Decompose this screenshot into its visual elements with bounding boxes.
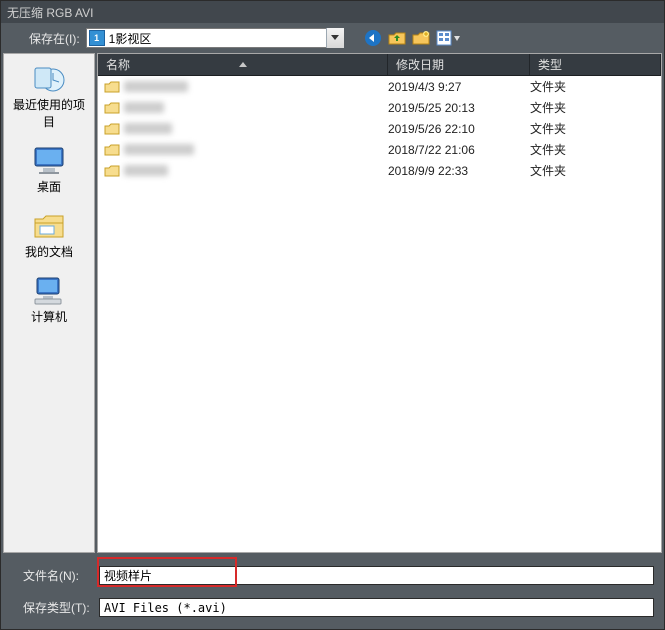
place-computer[interactable]: 计算机 [9,274,89,325]
place-desktop-label: 桌面 [9,178,89,195]
file-list-panel: 名称 修改日期 类型 2019/4/3 9:27文件夹2019/5/25 20:… [97,53,662,553]
place-recent-label: 最近使用的项目 [9,96,89,130]
sort-indicator [98,56,387,70]
filetype-combo[interactable] [99,598,654,617]
file-date: 2019/5/26 22:10 [388,122,530,136]
file-name-blurred [124,144,194,155]
table-row[interactable]: 2018/9/9 22:33文件夹 [98,160,661,181]
file-type: 文件夹 [530,120,661,137]
file-name-blurred [124,165,168,176]
folder-icon [104,101,120,115]
drive-icon: 1 [89,30,105,46]
file-date: 2019/4/3 9:27 [388,80,530,94]
savein-combo[interactable]: 1 1影视区 [86,28,344,48]
filetype-row: 保存类型(T): [11,595,654,619]
file-date: 2019/5/25 20:13 [388,101,530,115]
file-date: 2018/9/9 22:33 [388,164,530,178]
filename-label: 文件名(N): [11,567,99,584]
column-date-label: 修改日期 [396,56,444,73]
savein-value: 1影视区 [105,30,152,47]
places-bar: 最近使用的项目 桌面 我的文档 计算机 [3,53,95,553]
recent-icon [31,62,67,94]
column-name[interactable]: 名称 [98,54,388,75]
chevron-down-icon [331,35,339,41]
place-recent[interactable]: 最近使用的项目 [9,62,89,130]
back-icon [364,29,382,47]
table-row[interactable]: 2019/5/26 22:10文件夹 [98,118,661,139]
bottom-panel: 文件名(N): 保存类型(T): [1,555,664,629]
column-type[interactable]: 类型 [530,54,661,75]
filetype-label: 保存类型(T): [11,599,99,616]
file-name-blurred [124,102,164,113]
title-bar[interactable]: 无压缩 RGB AVI [1,1,664,23]
window-title: 无压缩 RGB AVI [7,4,93,21]
computer-icon [31,274,67,306]
file-date: 2018/7/22 21:06 [388,143,530,157]
documents-icon [31,209,67,241]
folder-icon [104,143,120,157]
file-type: 文件夹 [530,162,661,179]
file-type: 文件夹 [530,99,661,116]
table-row[interactable]: 2019/4/3 9:27文件夹 [98,76,661,97]
newfolder-icon [412,30,430,46]
filename-input[interactable] [99,566,654,585]
folder-up-icon [388,30,406,46]
place-computer-label: 计算机 [9,308,89,325]
file-type: 文件夹 [530,78,661,95]
savein-label: 保存在(I): [29,30,80,47]
folder-icon [104,164,120,178]
column-headers: 名称 修改日期 类型 [98,54,661,76]
desktop-icon [31,144,67,176]
dialog-body: 最近使用的项目 桌面 我的文档 计算机 [1,53,664,555]
folder-icon [104,122,120,136]
column-date[interactable]: 修改日期 [388,54,530,75]
newfolder-button[interactable] [412,29,430,47]
column-type-label: 类型 [538,56,562,73]
place-documents[interactable]: 我的文档 [9,209,89,260]
place-documents-label: 我的文档 [9,243,89,260]
file-type: 文件夹 [530,141,661,158]
table-row[interactable]: 2018/7/22 21:06文件夹 [98,139,661,160]
folder-icon [104,80,120,94]
table-row[interactable]: 2019/5/25 20:13文件夹 [98,97,661,118]
toolbar [364,29,462,47]
location-bar: 保存在(I): 1 1影视区 [1,23,664,53]
filename-row: 文件名(N): [11,563,654,587]
savein-dropdown-button[interactable] [326,28,344,48]
back-button[interactable] [364,29,382,47]
file-name-blurred [124,123,172,134]
views-icon [436,30,462,46]
file-name-blurred [124,81,188,92]
file-list[interactable]: 2019/4/3 9:27文件夹2019/5/25 20:13文件夹2019/5… [98,76,661,552]
place-desktop[interactable]: 桌面 [9,144,89,195]
up-button[interactable] [388,29,406,47]
save-dialog: 无压缩 RGB AVI 保存在(I): 1 1影视区 [0,0,665,630]
views-button[interactable] [436,29,462,47]
